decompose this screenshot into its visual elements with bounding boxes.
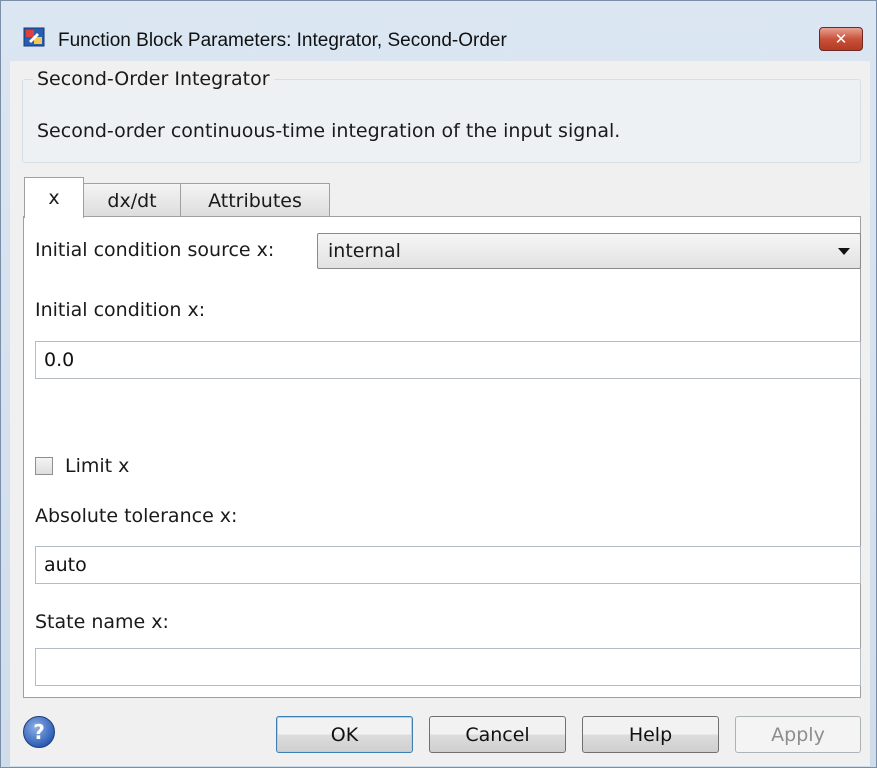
block-description: Second-order continuous-time integration…: [37, 120, 621, 142]
tab-panel: Initial condition source x: internal Ini…: [23, 216, 861, 698]
tab-attributes[interactable]: Attributes: [180, 183, 330, 217]
tab-x[interactable]: x: [24, 177, 84, 218]
ic-input[interactable]: 0.0: [35, 341, 861, 379]
help-icon[interactable]: ?: [23, 716, 55, 748]
state-name-input[interactable]: [35, 648, 861, 686]
limit-label: Limit x: [65, 455, 130, 477]
state-name-label: State name x:: [35, 611, 169, 633]
ic-source-select[interactable]: internal: [317, 233, 861, 269]
help-button[interactable]: Help: [582, 716, 719, 753]
description-group: Second-Order Integrator Second-order con…: [22, 68, 861, 163]
abs-tol-label: Absolute tolerance x:: [35, 505, 238, 527]
ic-label: Initial condition x:: [35, 299, 206, 321]
title-bar: Function Block Parameters: Integrator, S…: [1, 1, 876, 61]
group-title: Second-Order Integrator: [33, 68, 274, 90]
ic-source-value: internal: [328, 240, 401, 262]
cancel-button[interactable]: Cancel: [429, 716, 566, 753]
abs-tol-input[interactable]: auto: [35, 546, 861, 584]
close-button[interactable]: ✕: [819, 27, 863, 51]
dialog-window: Function Block Parameters: Integrator, S…: [0, 0, 877, 768]
block-parameters-icon: [23, 27, 45, 47]
apply-button[interactable]: Apply: [735, 716, 861, 753]
tab-dx-dt[interactable]: dx/dt: [83, 183, 181, 217]
ok-button[interactable]: OK: [276, 716, 413, 753]
limit-checkbox[interactable]: [35, 457, 53, 475]
chevron-down-icon: [838, 248, 850, 255]
ic-source-label: Initial condition source x:: [35, 239, 275, 261]
window-title: Function Block Parameters: Integrator, S…: [58, 30, 507, 51]
dialog-body: Second-Order Integrator Second-order con…: [10, 61, 870, 766]
